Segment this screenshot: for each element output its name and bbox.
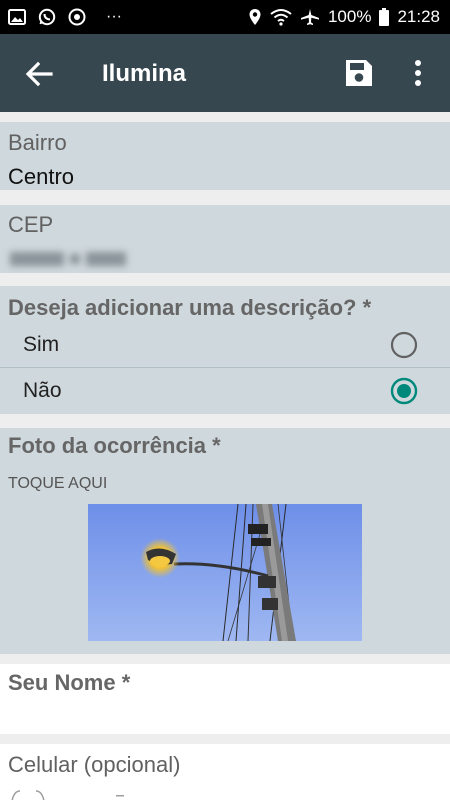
cep-label: CEP [8, 212, 54, 237]
image-icon [8, 9, 26, 25]
descricao-question: Deseja adicionar uma descrição? * [8, 295, 372, 320]
radio-label-sim: Sim [23, 333, 60, 356]
save-icon[interactable] [344, 58, 374, 88]
street-light-photo[interactable] [88, 503, 362, 642]
wifi-icon [270, 8, 292, 26]
tap-here-link[interactable]: TOQUE AQUI [8, 475, 107, 493]
location-icon [248, 8, 262, 26]
back-arrow-icon[interactable] [24, 59, 54, 89]
nome-input[interactable] [8, 700, 442, 728]
nome-label: Seu Nome * [8, 670, 131, 695]
celular-label: Celular (opcional) [8, 752, 181, 777]
app-title: Ilumina [102, 60, 187, 87]
overflow-dots: ··· [106, 8, 122, 25]
whatsapp-icon [38, 8, 56, 26]
app-bar: Ilumina [0, 34, 450, 112]
airplane-icon [300, 8, 320, 26]
celular-input-hint[interactable] [8, 788, 128, 800]
chrome-icon [68, 8, 86, 26]
foto-label: Foto da ocorrência * [8, 433, 221, 458]
bairro-label: Bairro [8, 130, 67, 155]
clock: 21:28 [397, 7, 440, 26]
battery-icon [379, 8, 390, 26]
radio-unchecked-icon[interactable] [390, 331, 418, 359]
bairro-value[interactable]: Centro [8, 164, 74, 190]
battery-percent: 100% [327, 7, 372, 26]
radio-option-sim[interactable]: Sim [0, 322, 450, 368]
cep-value-redacted [8, 248, 132, 270]
more-vert-icon[interactable] [408, 58, 428, 88]
radio-checked-icon[interactable] [390, 377, 418, 405]
radio-option-nao[interactable]: Não [0, 368, 450, 414]
radio-label-nao: Não [23, 379, 62, 402]
status-bar: ··· 100% 21:28 [0, 0, 450, 34]
